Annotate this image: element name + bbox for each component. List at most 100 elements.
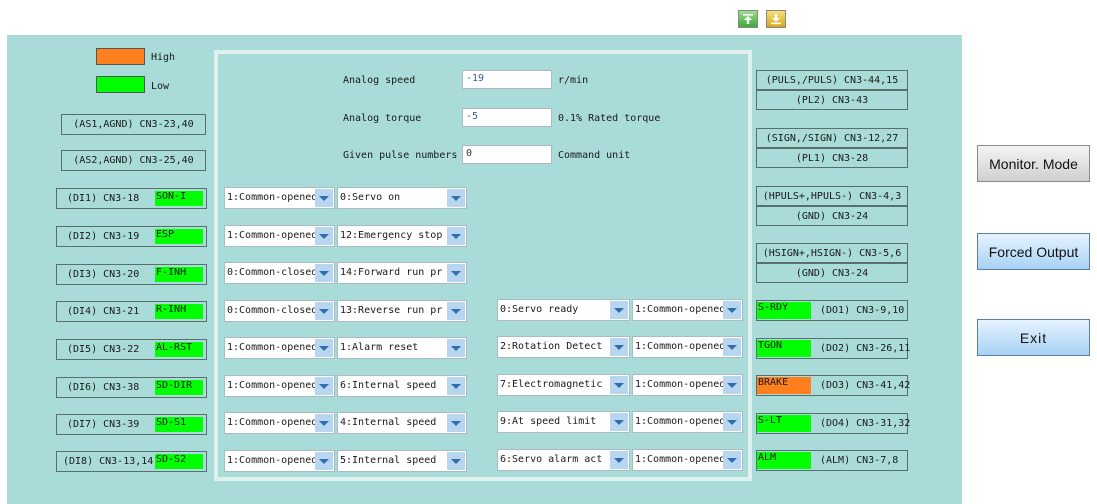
button-label: Exit — [1019, 329, 1048, 346]
di4-logic-select[interactable]: 0:Common-closed — [224, 300, 335, 322]
chevron-down-icon[interactable] — [447, 452, 465, 470]
chevron-down-icon[interactable] — [447, 264, 465, 282]
di-label: (DI3) CN3-20 — [67, 269, 140, 280]
analog-torque-field[interactable]: -5 — [462, 108, 552, 127]
di8-function-select[interactable]: 5:Internal speed — [337, 450, 467, 472]
di7-box: (DI7) CN3-39 SD-S1 — [56, 414, 207, 435]
monitor-mode-button[interactable]: Monitor. Mode — [977, 145, 1090, 182]
di7-function-select[interactable]: 4:Internal speed — [337, 412, 467, 434]
select-value: 5:Internal speed — [340, 455, 437, 466]
pulse-numbers-field[interactable]: 0 — [462, 145, 552, 164]
di1-function-select[interactable]: 0:Servo on — [337, 187, 467, 209]
select-value: 1:Common-opened — [227, 230, 318, 241]
di-signal: SD-S2 — [155, 454, 203, 469]
di6-logic-select[interactable]: 1:Common-opened — [224, 375, 335, 397]
pl1-port-box: (PL1) CN3-28 — [756, 148, 908, 168]
do4-logic-select[interactable]: 1:Common-opened — [632, 411, 743, 433]
alm-function-select[interactable]: 6:Servo alarm act — [497, 449, 630, 471]
select-value: 1:Alarm reset — [340, 342, 419, 353]
hpuls-port-box: (HPULS+,HPULS-) CN3-4,3 — [756, 186, 908, 206]
chevron-down-icon[interactable] — [610, 301, 628, 319]
di-label: (DI5) CN3-22 — [67, 344, 140, 355]
select-value: 1:Common-opened — [227, 342, 318, 353]
di3-logic-select[interactable]: 0:Common-closed — [224, 262, 335, 284]
di-signal: R-INH — [155, 304, 203, 319]
analog-speed-unit: r/min — [558, 75, 589, 86]
di-label: (DI6) CN3-38 — [67, 382, 140, 393]
do1-function-select[interactable]: 0:Servo ready — [497, 299, 630, 321]
di5-function-select[interactable]: 1:Alarm reset — [337, 337, 467, 359]
chevron-down-icon[interactable] — [315, 302, 333, 320]
do3-logic-select[interactable]: 1:Common-opened — [632, 374, 743, 396]
analog-input-as2: (AS2,AGND) CN3-25,40 — [61, 150, 206, 171]
chevron-down-icon[interactable] — [315, 414, 333, 432]
di7-logic-select[interactable]: 1:Common-opened — [224, 412, 335, 434]
chevron-down-icon[interactable] — [610, 338, 628, 356]
select-value: 6:Servo alarm act — [500, 454, 603, 465]
di6-function-select[interactable]: 6:Internal speed — [337, 375, 467, 397]
chevron-down-icon[interactable] — [723, 338, 741, 356]
di2-function-select[interactable]: 12:Emergency stop — [337, 225, 467, 247]
chevron-down-icon[interactable] — [447, 414, 465, 432]
do-label: (DO4) CN3-31,32 — [820, 418, 911, 429]
select-value: 1:Common-opened — [227, 417, 318, 428]
do-label: (ALM) CN3-7,8 — [820, 455, 899, 466]
di1-logic-select[interactable]: 1:Common-opened — [224, 187, 335, 209]
upload-button[interactable] — [738, 10, 758, 28]
chevron-down-icon[interactable] — [315, 189, 333, 207]
select-value: 9:At speed limit — [500, 416, 597, 427]
legend-low-swatch — [96, 76, 145, 93]
di3-function-select[interactable]: 14:Forward run pr — [337, 262, 467, 284]
di2-logic-select[interactable]: 1:Common-opened — [224, 225, 335, 247]
di-signal: ESP — [155, 229, 203, 244]
analog-speed-field[interactable]: -19 — [462, 70, 552, 89]
chevron-down-icon[interactable] — [447, 227, 465, 245]
do4-function-select[interactable]: 9:At speed limit — [497, 411, 630, 433]
do2-function-select[interactable]: 2:Rotation Detect — [497, 336, 630, 358]
select-value: 1:Common-opened — [635, 454, 726, 465]
chevron-down-icon[interactable] — [447, 302, 465, 320]
alm-logic-select[interactable]: 1:Common-opened — [632, 449, 743, 471]
di8-box: (DI8) CN3-13,14 SD-S2 — [56, 451, 207, 472]
select-value: 1:Common-opened — [635, 341, 726, 352]
chevron-down-icon[interactable] — [610, 451, 628, 469]
do2-logic-select[interactable]: 1:Common-opened — [632, 336, 743, 358]
chevron-down-icon[interactable] — [610, 413, 628, 431]
chevron-down-icon[interactable] — [447, 189, 465, 207]
chevron-down-icon[interactable] — [723, 301, 741, 319]
di2-box: (DI2) CN3-19 ESP — [56, 226, 207, 247]
chevron-down-icon[interactable] — [723, 451, 741, 469]
hsign-port-box: (HSIGN+,HSIGN-) CN3-5,6 — [756, 243, 908, 263]
chevron-down-icon[interactable] — [315, 339, 333, 357]
do-label: (DO2) CN3-26,11 — [820, 343, 911, 354]
chevron-down-icon[interactable] — [610, 376, 628, 394]
di-label: (DI1) CN3-18 — [67, 193, 140, 204]
chevron-down-icon[interactable] — [315, 227, 333, 245]
di4-function-select[interactable]: 13:Reverse run pr — [337, 300, 467, 322]
port-label: (SIGN,/SIGN) CN3-12,27 — [765, 132, 899, 144]
di5-logic-select[interactable]: 1:Common-opened — [224, 337, 335, 359]
do1-logic-select[interactable]: 1:Common-opened — [632, 299, 743, 321]
chevron-down-icon[interactable] — [447, 377, 465, 395]
do-label: (DO3) CN3-41,42 — [820, 380, 911, 391]
download-button[interactable] — [766, 10, 786, 28]
analog-speed-label: Analog speed — [343, 75, 416, 86]
chevron-down-icon[interactable] — [315, 452, 333, 470]
do4-box: S-LT (DO4) CN3-31,32 — [756, 413, 911, 434]
chevron-down-icon[interactable] — [315, 377, 333, 395]
chevron-down-icon[interactable] — [447, 339, 465, 357]
di6-box: (DI6) CN3-38 SD-DIR — [56, 377, 207, 398]
exit-button[interactable]: Exit — [977, 319, 1090, 356]
gnd-port-box-2: (GND) CN3-24 — [756, 263, 908, 283]
analog-torque-unit: 0.1% Rated torque — [558, 113, 661, 124]
chevron-down-icon[interactable] — [315, 264, 333, 282]
chevron-down-icon[interactable] — [723, 413, 741, 431]
chevron-down-icon[interactable] — [723, 376, 741, 394]
pulse-numbers-label: Given pulse numbers — [343, 150, 458, 161]
do3-function-select[interactable]: 7:Electromagnetic — [497, 374, 630, 396]
select-value: 0:Servo ready — [500, 304, 579, 315]
select-value: 7:Electromagnetic — [500, 379, 603, 390]
forced-output-button[interactable]: Forced Output — [977, 233, 1090, 270]
di8-logic-select[interactable]: 1:Common-opened — [224, 450, 335, 472]
upload-icon — [743, 14, 753, 24]
